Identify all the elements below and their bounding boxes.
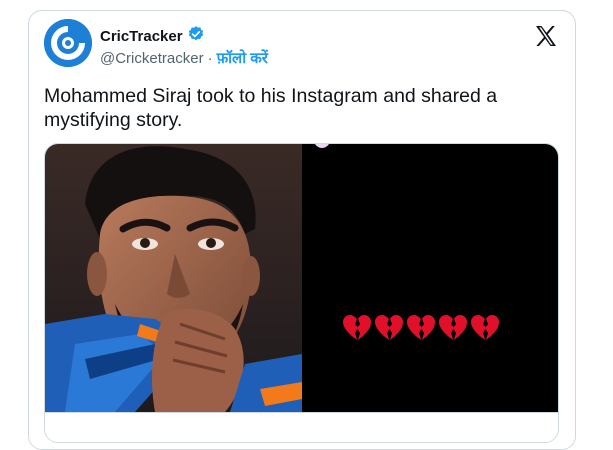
media-footer — [45, 412, 558, 442]
broken-hearts-row — [342, 314, 500, 342]
broken-heart-icon — [439, 315, 467, 340]
display-name[interactable]: CricTracker — [100, 28, 183, 45]
broken-heart-icon — [407, 315, 435, 340]
separator: · — [207, 49, 213, 67]
author-name-row: CricTracker — [100, 25, 205, 48]
tweet-media[interactable] — [44, 143, 559, 443]
tweet-text: Mohammed Siraj took to his Instagram and… — [44, 85, 498, 131]
verified-badge-icon — [187, 25, 205, 48]
avatar[interactable] — [44, 19, 92, 67]
handle[interactable]: @Cricketracker — [100, 50, 204, 67]
broken-heart-icon — [471, 315, 499, 340]
broken-heart-icon — [375, 315, 403, 340]
broken-heart-icon — [343, 315, 371, 340]
handle-row: @Cricketracker · फ़ॉलो करें — [100, 48, 268, 68]
story-profile-icon — [314, 144, 330, 148]
follow-button[interactable]: फ़ॉलो करें — [217, 48, 268, 68]
instagram-story[interactable] — [302, 144, 558, 412]
player-photo[interactable] — [45, 144, 302, 412]
x-logo-icon[interactable] — [534, 24, 558, 48]
